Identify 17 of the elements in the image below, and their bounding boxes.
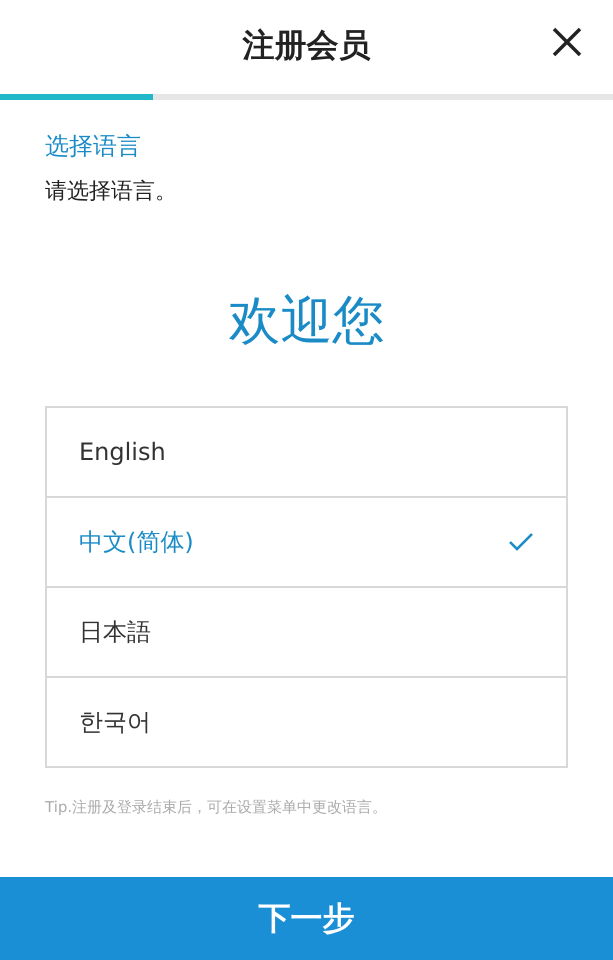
close-button[interactable]: [551, 26, 583, 58]
tip-text: Tip.注册及登录结束后，可在设置菜单中更改语言。: [45, 798, 388, 817]
option-label: English: [79, 438, 166, 466]
section-subtitle: 请选择语言。: [45, 178, 178, 206]
welcome-heading: 欢迎您: [228, 290, 386, 353]
option-label: 한국어: [79, 707, 151, 738]
language-option[interactable]: 日本語: [47, 586, 566, 676]
language-option[interactable]: 中文(简体): [47, 496, 566, 586]
option-label: 日本語: [79, 617, 151, 648]
option-label: 中文(简体): [79, 527, 194, 558]
section-title: 选择语言: [45, 131, 142, 162]
language-option[interactable]: English: [47, 408, 566, 496]
close-icon: [551, 26, 583, 58]
page-title: 注册会员: [242, 25, 370, 66]
next-button[interactable]: 下一步: [0, 877, 613, 960]
check-icon: [508, 532, 534, 552]
language-option[interactable]: 한국어: [47, 676, 566, 766]
